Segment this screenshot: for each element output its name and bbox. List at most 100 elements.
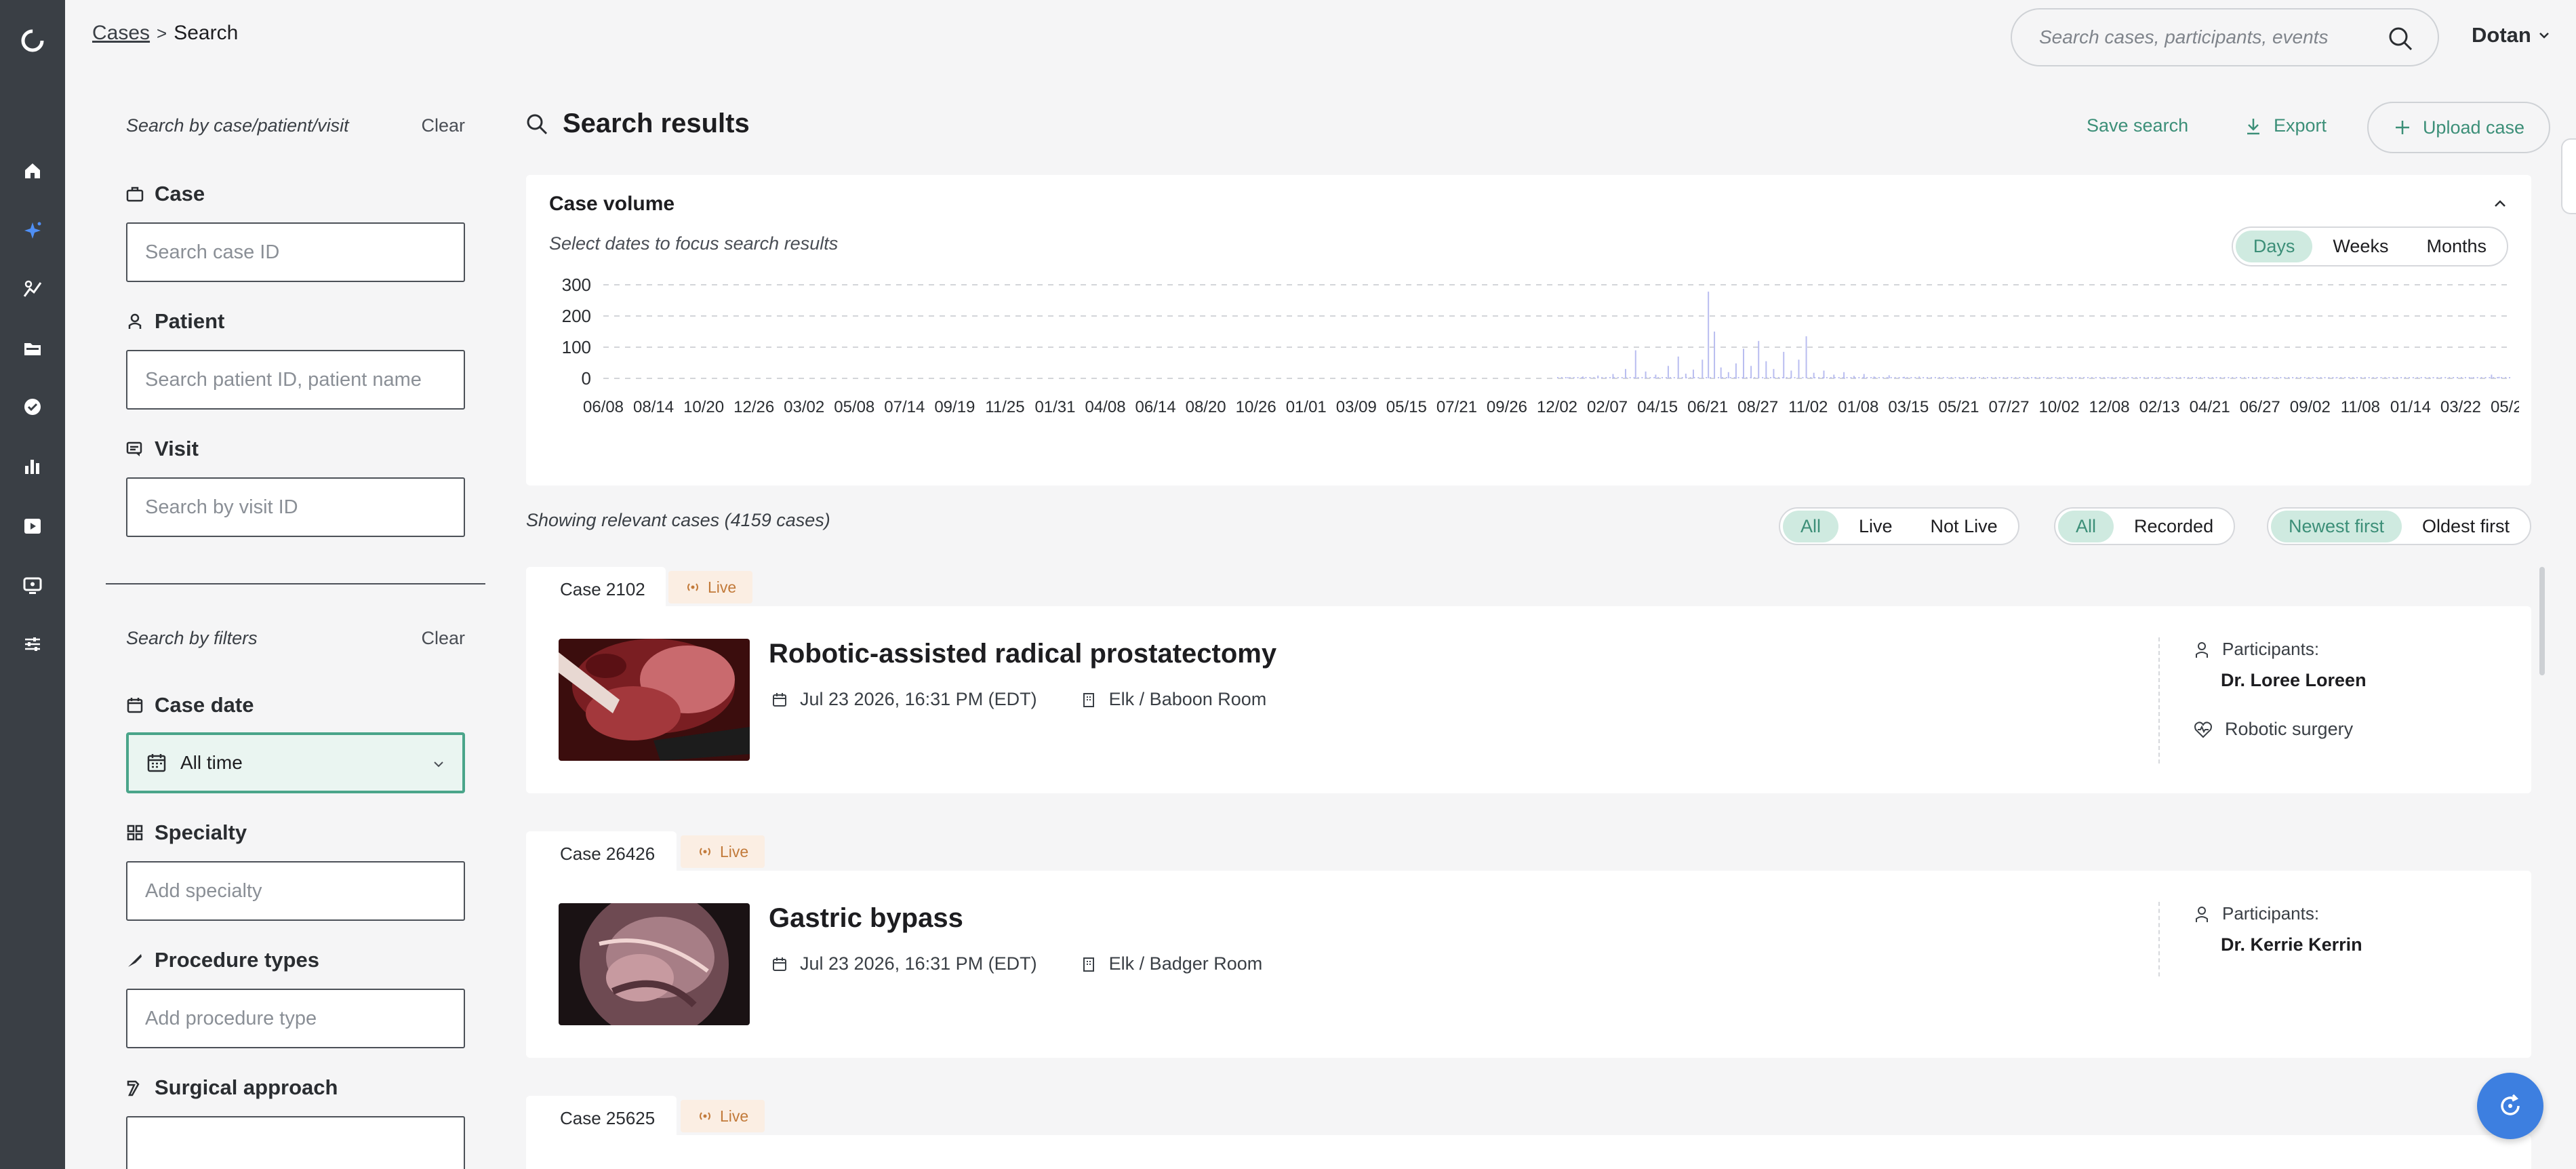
recorded-filter-recorded[interactable]: Recorded: [2116, 511, 2231, 542]
chart-bar: [2259, 377, 2261, 378]
chart-bar: [2509, 377, 2511, 378]
case-title[interactable]: Robotic-assisted radical prostatectomy: [769, 639, 1276, 669]
granularity-weeks[interactable]: Weeks: [2315, 231, 2406, 262]
case-search-heading: Search by case/patient/visit: [126, 115, 349, 136]
chart-bar: [2051, 377, 2053, 378]
filter-search-clear-button[interactable]: Clear: [421, 628, 465, 649]
chart-bar: [1733, 377, 1735, 378]
sliders-icon[interactable]: [19, 631, 46, 658]
user-menu[interactable]: Dotan: [2472, 23, 2550, 47]
case-tab[interactable]: Case 26426: [526, 831, 677, 876]
granularity-days[interactable]: Days: [2235, 231, 2313, 262]
verified-icon[interactable]: [19, 393, 46, 420]
sort-oldest-first[interactable]: Oldest first: [2404, 511, 2527, 542]
chart-bar: [1863, 374, 1865, 378]
chart-bar: [2344, 377, 2346, 378]
chart-bar: [2276, 377, 2278, 378]
chart-bar: [2400, 377, 2402, 378]
case-tab[interactable]: Case 2102: [526, 567, 666, 612]
bar-chart-icon[interactable]: [19, 453, 46, 480]
chart-bar: [1870, 377, 1872, 378]
chart-bar: [1783, 351, 1785, 378]
person-icon: [2196, 906, 2208, 922]
logo-icon[interactable]: [16, 24, 49, 57]
chart-bar: [1830, 377, 1832, 378]
live-badge-label: Live: [720, 842, 749, 860]
chart-bar: [2131, 377, 2133, 378]
chart-bar: [1685, 374, 1687, 378]
chart-bar: [1717, 377, 1719, 378]
chart-bar: [2464, 377, 2466, 378]
chart-bar: [2083, 377, 2085, 378]
results-scrollbar[interactable]: [2539, 567, 2545, 675]
sparkle-icon[interactable]: [19, 217, 46, 244]
chart-bar: [1914, 377, 1916, 378]
case-card[interactable]: Gastric bypass Jul 23 2026, 16:31 PM (ED…: [526, 871, 2531, 1058]
chart-bar: [2263, 377, 2266, 378]
analytics-icon[interactable]: [19, 275, 46, 302]
chart-x-tick-label: 05/21: [1938, 398, 1979, 416]
case-specialty-text: Robotic surgery: [2225, 719, 2354, 739]
chart-bar: [2384, 377, 2386, 378]
chart-bar: [1894, 377, 1896, 378]
results-title-text: Search results: [563, 108, 750, 138]
live-badge: Live: [668, 571, 753, 603]
recorded-filter-all[interactable]: All: [2058, 510, 2114, 542]
assistant-button[interactable]: [2477, 1073, 2543, 1139]
patient-input[interactable]: [145, 368, 446, 391]
chart-bar: [2284, 377, 2286, 378]
monitor-icon[interactable]: [19, 572, 46, 599]
chevron-up-icon[interactable]: [2492, 195, 2508, 212]
case-thumbnail[interactable]: [559, 639, 750, 761]
case-tab[interactable]: Case 25625: [526, 1096, 677, 1141]
search-icon[interactable]: [2388, 26, 2413, 52]
upload-case-button[interactable]: Upload case: [2367, 102, 2550, 153]
chart-bar: [2498, 376, 2500, 378]
case-id-input[interactable]: [145, 241, 446, 264]
case-volume-chart[interactable]: 0 100 200 300 06/08 08/14 10/20 12/26 03/02 05/08…: [546, 270, 2519, 473]
chart-bar: [1923, 377, 1925, 378]
case-title[interactable]: Gastric bypass: [769, 903, 963, 934]
global-search-input[interactable]: [2039, 26, 2378, 48]
chart-x-tick-label: 11/25: [985, 398, 1024, 416]
visit-input[interactable]: [145, 496, 446, 519]
chart-bar: [1706, 377, 1708, 378]
specialty-input[interactable]: [145, 879, 446, 903]
folder-icon[interactable]: [19, 335, 46, 362]
chart-bar: [2159, 377, 2161, 378]
chart-bar: [2364, 377, 2366, 378]
side-panel-tab[interactable]: [2561, 138, 2576, 214]
sort-newest-first[interactable]: Newest first: [2271, 510, 2402, 542]
chart-bar: [2388, 377, 2390, 378]
live-filter-all[interactable]: All: [1783, 510, 1839, 542]
chart-bar: [2501, 377, 2503, 378]
procedure-types-input[interactable]: [145, 1007, 446, 1030]
case-card[interactable]: Robotic-assisted radical prostatectomy J…: [526, 606, 2531, 793]
case-card[interactable]: [526, 1135, 2531, 1169]
surgical-approach-field[interactable]: [126, 1116, 465, 1169]
case-date-select[interactable]: All time: [126, 732, 465, 793]
chart-y-tick-label: 200: [562, 306, 591, 326]
chart-bar: [2163, 377, 2165, 378]
breadcrumb-cases-link[interactable]: Cases: [92, 22, 150, 45]
case-search-clear-button[interactable]: Clear: [421, 115, 465, 136]
video-icon[interactable]: [19, 513, 46, 540]
chart-bar: [1938, 377, 1940, 378]
visit-label: Visit: [126, 437, 199, 461]
save-search-button[interactable]: Save search: [2087, 115, 2188, 136]
person-icon: [128, 313, 142, 329]
chart-bar: [2015, 377, 2017, 378]
chart-bar: [1769, 377, 1771, 378]
chart-bar: [2444, 377, 2447, 378]
specialty-field: [126, 861, 465, 921]
live-filter-not-live[interactable]: Not Live: [1913, 511, 2015, 542]
case-thumbnail[interactable]: [559, 903, 750, 1025]
home-icon[interactable]: [19, 157, 46, 184]
granularity-months[interactable]: Months: [2409, 231, 2504, 262]
export-button[interactable]: Export: [2244, 115, 2327, 136]
case-search-header: Search by case/patient/visit Clear: [126, 115, 465, 136]
chart-bar: [2228, 377, 2230, 378]
live-filter-live[interactable]: Live: [1841, 511, 1910, 542]
chart-bar: [2308, 377, 2310, 378]
chart-bar: [1998, 377, 2000, 378]
